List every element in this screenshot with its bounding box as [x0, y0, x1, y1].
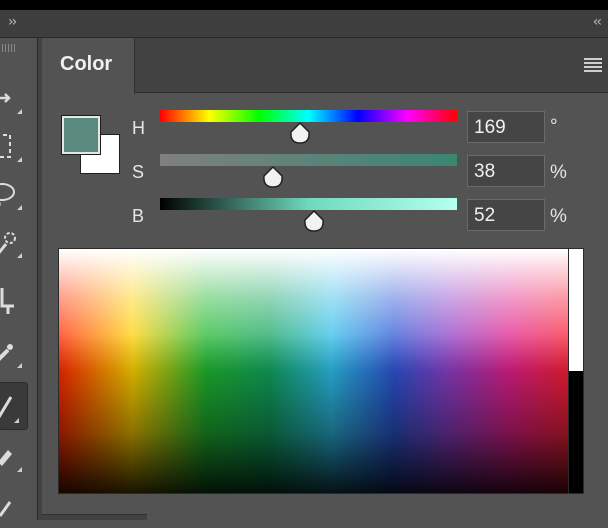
toolbar — [0, 38, 38, 520]
hue-value-input[interactable]: 169 — [467, 111, 545, 143]
eraser-tool[interactable] — [0, 434, 30, 478]
hamburger-icon[interactable] — [584, 58, 602, 72]
eyedropper-tool[interactable] — [0, 330, 30, 374]
submenu-indicator — [17, 205, 22, 210]
hue-slider-thumb[interactable] — [289, 122, 311, 144]
move-tool[interactable] — [0, 76, 30, 120]
brush-tool[interactable] — [0, 382, 28, 430]
submenu-indicator — [17, 363, 22, 368]
color-ramp[interactable] — [58, 248, 584, 494]
hue-slider-track[interactable] — [160, 110, 457, 122]
brightness-slider-thumb[interactable] — [303, 210, 325, 232]
eraser-icon — [0, 450, 12, 466]
saturation-slider-track[interactable] — [160, 154, 457, 166]
submenu-indicator — [17, 253, 22, 258]
submenu-indicator — [17, 467, 22, 472]
brightness-label: B — [132, 206, 145, 226]
lasso-icon — [0, 183, 15, 207]
submenu-indicator — [14, 418, 19, 423]
move-arrow-icon — [0, 93, 11, 103]
toolbar-grip-icon[interactable] — [2, 44, 16, 52]
quick-select-tool[interactable] — [0, 220, 30, 264]
tab-color[interactable]: Color — [42, 38, 135, 94]
tab-color-label: Color — [60, 53, 113, 75]
black-white-ramp[interactable] — [568, 248, 584, 494]
eyedropper-icon — [0, 344, 13, 361]
collapse-bar: ›› ‹‹ — [0, 10, 608, 38]
color-panel: Color H 169 ° S 38 % B 52 % — [42, 38, 608, 520]
collapse-panel-button[interactable]: ‹‹ — [593, 14, 602, 30]
hue-unit: ° — [550, 116, 558, 137]
brightness-slider-track[interactable] — [160, 198, 457, 210]
pen-icon — [0, 501, 12, 517]
brightness-unit: % — [550, 206, 567, 227]
saturation-slider-thumb[interactable] — [262, 166, 284, 188]
foreground-color-swatch[interactable] — [62, 116, 100, 154]
next-panel-tab[interactable] — [42, 514, 147, 520]
submenu-indicator — [17, 157, 22, 162]
hue-label: H — [132, 118, 145, 138]
brush-icon — [0, 396, 13, 418]
submenu-indicator — [17, 109, 22, 114]
marquee-tool[interactable] — [0, 124, 30, 168]
brightness-value-input[interactable]: 52 — [467, 199, 545, 231]
pen-tool[interactable] — [0, 484, 30, 528]
quick-select-icon — [0, 232, 16, 254]
rect-marquee-icon — [0, 134, 11, 158]
saturation-unit: % — [550, 162, 567, 183]
saturation-value-input[interactable]: 38 — [467, 155, 545, 187]
crop-tool[interactable] — [0, 280, 30, 324]
expand-toolbar-button[interactable]: ›› — [8, 14, 17, 30]
window-top-bar — [0, 0, 608, 10]
lasso-tool[interactable] — [0, 172, 30, 216]
panel-tab-row: Color — [42, 38, 608, 94]
crop-icon — [0, 288, 14, 314]
saturation-label: S — [132, 162, 145, 182]
